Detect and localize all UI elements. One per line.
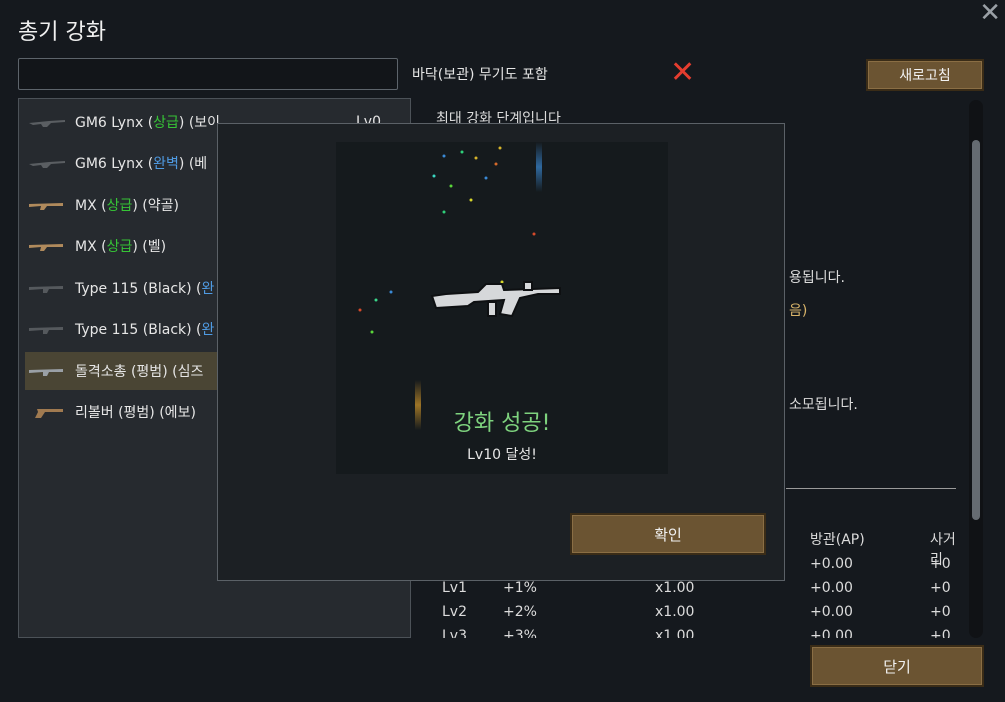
cell-multiplier: x1.00 — [655, 604, 695, 620]
rifle-icon — [29, 244, 63, 251]
assault-rifle-icon — [29, 286, 63, 293]
cell-range: +0 — [930, 580, 951, 596]
cell-range: +0 — [930, 628, 951, 638]
window-close-icon[interactable]: ✕ — [979, 0, 1001, 28]
consumed-text: 소모됩니다. — [789, 397, 858, 413]
weapon-name: 리볼버 (평범) (에보) — [75, 405, 196, 421]
cell-percent: +3% — [503, 628, 537, 638]
success-text: 강화 성공! — [453, 411, 551, 436]
cell-range: +0 — [930, 556, 951, 572]
header-ap: 방관(AP) — [810, 532, 865, 548]
assault-rifle-icon — [29, 327, 63, 334]
applied-text: 용됩니다. — [789, 270, 845, 286]
sniper-rifle-icon — [29, 161, 65, 168]
include-floor-label: 바닥(보관) 무기도 포함 — [412, 67, 548, 83]
sniper-rifle-icon — [29, 120, 65, 127]
rifle-icon — [29, 203, 63, 210]
cell-range: +0 — [930, 604, 951, 620]
refresh-button[interactable]: 새로고침 — [866, 59, 984, 91]
weapon-name: 돌격소총 (평범) (심즈 — [75, 364, 204, 380]
upgrade-success-dialog: 강화 성공! Lv10 달성! 확인 — [217, 123, 785, 581]
close-button[interactable]: 닫기 — [810, 645, 984, 687]
assault-rifle-icon — [29, 369, 63, 376]
cell-multiplier: x1.00 — [655, 628, 695, 638]
revolver-icon — [35, 409, 63, 418]
cell-level: Lv1 — [442, 580, 467, 596]
weapon-name: MX (상급) (약골) — [75, 198, 179, 214]
cell-ap: +0.00 — [810, 556, 853, 572]
cell-ap: +0.00 — [810, 628, 853, 638]
weapon-name: GM6 Lynx (완벽) (베 — [75, 156, 208, 172]
weapon-name: MX (상급) (벨) — [75, 239, 167, 255]
weapon-name: Type 115 (Black) (완 — [75, 322, 215, 338]
cell-level: Lv3 — [442, 628, 467, 638]
search-input[interactable] — [18, 58, 398, 90]
weapon-name: GM6 Lynx (상급) (보이 — [75, 115, 221, 131]
page-title: 총기 강화 — [18, 20, 106, 45]
assault-rifle-icon — [430, 281, 561, 318]
divider — [786, 488, 956, 489]
cell-level: Lv2 — [442, 604, 467, 620]
include-floor-toggle-icon[interactable]: ✕ — [670, 58, 695, 88]
cell-ap: +0.00 — [810, 604, 853, 620]
details-scrollbar[interactable] — [969, 100, 983, 638]
note-text: 음) — [789, 303, 808, 319]
cell-multiplier: x1.00 — [655, 580, 695, 596]
cell-percent: +2% — [503, 604, 537, 620]
cell-percent: +1% — [503, 580, 537, 596]
weapon-name: Type 115 (Black) (완 — [75, 281, 215, 297]
cell-ap: +0.00 — [810, 580, 853, 596]
scrollbar-thumb[interactable] — [972, 140, 980, 520]
confirm-button[interactable]: 확인 — [570, 513, 766, 555]
level-achieved-text: Lv10 달성! — [467, 447, 537, 463]
